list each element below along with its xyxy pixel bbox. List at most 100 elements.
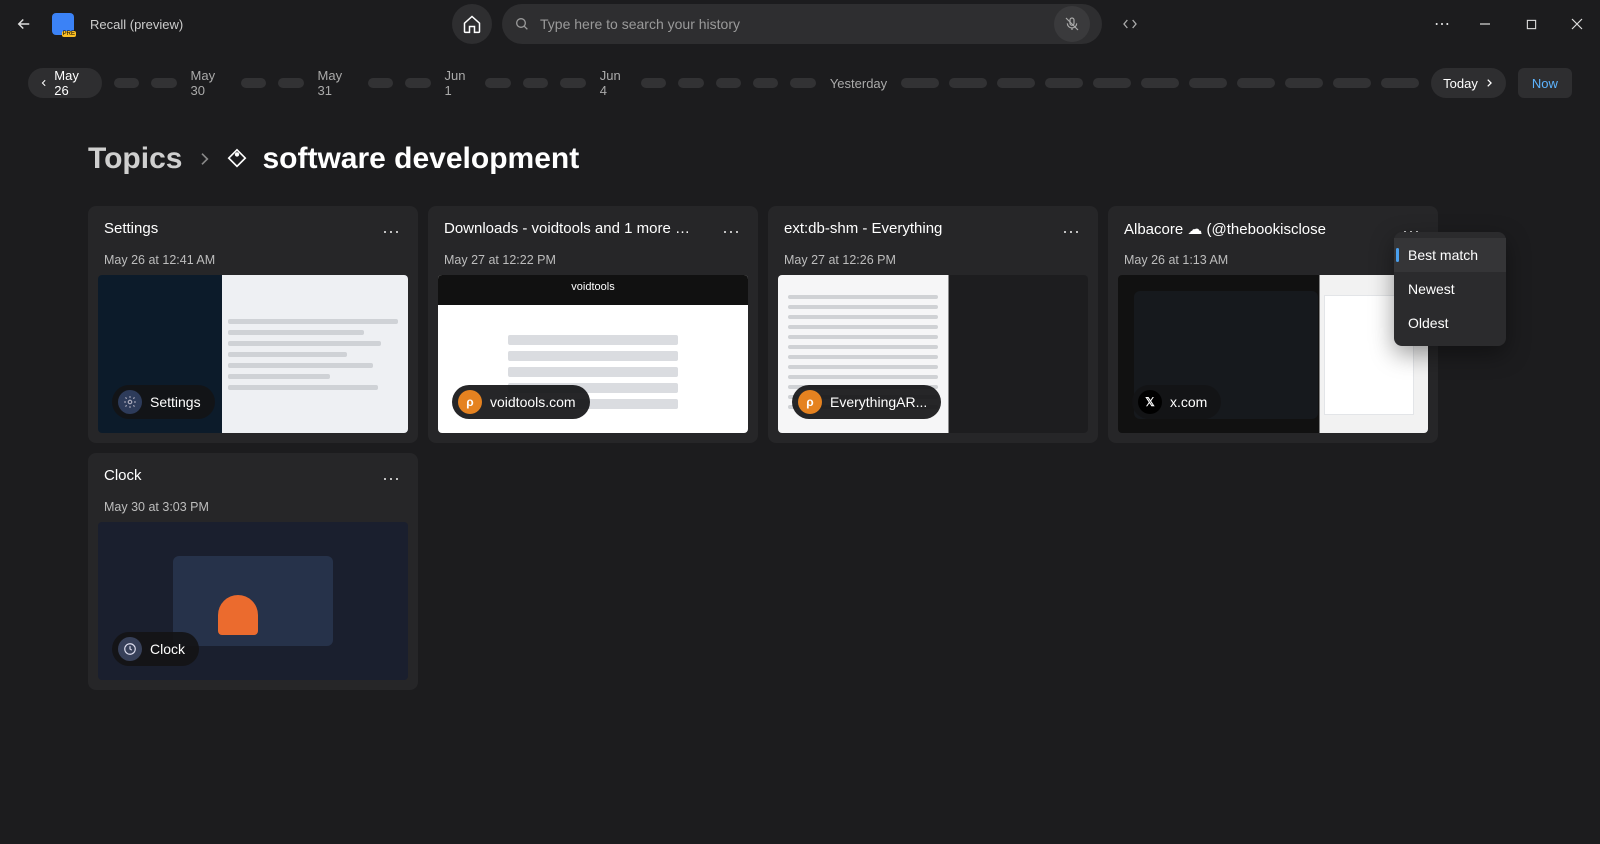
card-more-button[interactable]: ⋯ (716, 220, 742, 243)
timeline-segment[interactable] (790, 78, 815, 88)
chevron-right-icon (196, 151, 212, 167)
card-date: May 26 at 1:13 AM (1108, 253, 1438, 275)
search-icon (514, 16, 530, 32)
code-brackets-button[interactable] (1112, 6, 1148, 42)
card-title: Settings (104, 220, 158, 237)
timeline-date-label: Yesterday (828, 76, 889, 91)
card-title: ext:db-shm - Everything (784, 220, 942, 237)
timeline-now-label: Now (1532, 76, 1558, 91)
timeline-segment[interactable] (368, 78, 393, 88)
timeline: May 26 May 30 May 31 Jun 1 Jun 4 Yesterd… (0, 48, 1600, 122)
card-source-badge: ρ voidtools.com (452, 385, 590, 419)
timeline-today-chip[interactable]: Today (1431, 68, 1506, 98)
card-more-button[interactable]: ⋯ (376, 220, 402, 243)
timeline-segment[interactable] (997, 78, 1035, 88)
card-date: May 27 at 12:26 PM (768, 253, 1098, 275)
mic-button[interactable] (1054, 6, 1090, 42)
card-thumbnail: ρ EverythingAR... (778, 275, 1088, 433)
everything-icon: ρ (798, 390, 822, 414)
timeline-segment[interactable] (485, 78, 510, 88)
titlebar-left: Recall (preview) (12, 12, 412, 36)
titlebar: Recall (preview) ⋯ (0, 0, 1600, 48)
timeline-segment[interactable] (278, 78, 303, 88)
timeline-segment[interactable] (1189, 78, 1227, 88)
breadcrumb: Topics software development (0, 122, 1600, 206)
card-title: Downloads - voidtools and 1 more page... (444, 220, 694, 237)
timeline-date-label: May 31 (316, 68, 356, 98)
card-thumbnail: ρ voidtools.com (438, 275, 748, 433)
card-source-label: Settings (150, 394, 201, 410)
card-source-badge: Settings (112, 385, 215, 419)
timeline-segment[interactable] (901, 78, 939, 88)
timeline-today-label: Today (1443, 76, 1478, 91)
timeline-now-button[interactable]: Now (1518, 68, 1572, 98)
timeline-spacer (901, 78, 1419, 88)
card-more-button[interactable]: ⋯ (1056, 220, 1082, 243)
card-date: May 27 at 12:22 PM (428, 253, 758, 275)
sort-item-best-match[interactable]: Best match (1394, 238, 1506, 272)
maximize-button[interactable] (1508, 0, 1554, 48)
sort-item-oldest[interactable]: Oldest (1394, 306, 1506, 340)
timeline-segment[interactable] (1093, 78, 1131, 88)
tag-icon (226, 148, 248, 170)
everything-icon: ρ (458, 390, 482, 414)
timeline-segment[interactable] (151, 78, 176, 88)
timeline-date-label: Jun 4 (598, 68, 629, 98)
card-more-button[interactable]: ⋯ (376, 467, 402, 490)
card-date: May 26 at 12:41 AM (88, 253, 418, 275)
timeline-segment[interactable] (716, 78, 741, 88)
card-source-label: Clock (150, 641, 185, 657)
timeline-segment[interactable] (1237, 78, 1275, 88)
card-thumbnail: 𝕏 x.com (1118, 275, 1428, 433)
card-source-badge: 𝕏 x.com (1132, 385, 1221, 419)
minimize-button[interactable] (1462, 0, 1508, 48)
search-box[interactable] (502, 4, 1102, 44)
card-source-badge: ρ EverythingAR... (792, 385, 941, 419)
home-button[interactable] (452, 4, 492, 44)
gear-icon (118, 390, 142, 414)
timeline-date-label: May 30 (189, 68, 229, 98)
timeline-segment[interactable] (949, 78, 987, 88)
timeline-segment[interactable] (523, 78, 548, 88)
timeline-segment[interactable] (753, 78, 778, 88)
search-input[interactable] (540, 16, 1044, 32)
card-title: Albacore ☁ (@thebookisclose (1124, 220, 1326, 238)
timeline-segment[interactable] (560, 78, 585, 88)
close-button[interactable] (1554, 0, 1600, 48)
sort-menu: Best match Newest Oldest (1394, 232, 1506, 346)
cards-grid: Settings ⋯ May 26 at 12:41 AM Settings D… (0, 206, 1600, 690)
timeline-segment[interactable] (641, 78, 666, 88)
search-area (452, 4, 1148, 44)
snapshot-card[interactable]: ext:db-shm - Everything ⋯ May 27 at 12:2… (768, 206, 1098, 443)
app-icon (52, 13, 74, 35)
snapshot-card[interactable]: Downloads - voidtools and 1 more page...… (428, 206, 758, 443)
timeline-segment[interactable] (1333, 78, 1371, 88)
timeline-segment[interactable] (405, 78, 430, 88)
timeline-segment[interactable] (241, 78, 266, 88)
timeline-segment[interactable] (114, 78, 139, 88)
card-source-label: voidtools.com (490, 394, 576, 410)
card-thumbnail: Clock (98, 522, 408, 680)
breadcrumb-topics[interactable]: Topics (88, 142, 182, 176)
x-icon: 𝕏 (1138, 390, 1162, 414)
timeline-segment[interactable] (1045, 78, 1083, 88)
timeline-segment[interactable] (678, 78, 703, 88)
card-source-badge: Clock (112, 632, 199, 666)
breadcrumb-current: software development (262, 142, 579, 176)
card-source-label: EverythingAR... (830, 394, 927, 410)
overflow-button[interactable]: ⋯ (1422, 0, 1462, 48)
card-date: May 30 at 3:03 PM (88, 500, 418, 522)
timeline-date-label: Jun 1 (443, 68, 474, 98)
snapshot-card[interactable]: Clock ⋯ May 30 at 3:03 PM Clock (88, 453, 418, 690)
timeline-segment[interactable] (1141, 78, 1179, 88)
snapshot-card[interactable]: Albacore ☁ (@thebookisclose ⋯ May 26 at … (1108, 206, 1438, 443)
card-thumbnail: Settings (98, 275, 408, 433)
timeline-segment[interactable] (1285, 78, 1323, 88)
timeline-start-chip[interactable]: May 26 (28, 68, 102, 98)
back-button[interactable] (12, 12, 36, 36)
snapshot-card[interactable]: Settings ⋯ May 26 at 12:41 AM Settings (88, 206, 418, 443)
timeline-start-label: May 26 (54, 68, 89, 98)
sort-item-newest[interactable]: Newest (1394, 272, 1506, 306)
timeline-segment[interactable] (1381, 78, 1419, 88)
window-controls: ⋯ (1422, 0, 1600, 48)
